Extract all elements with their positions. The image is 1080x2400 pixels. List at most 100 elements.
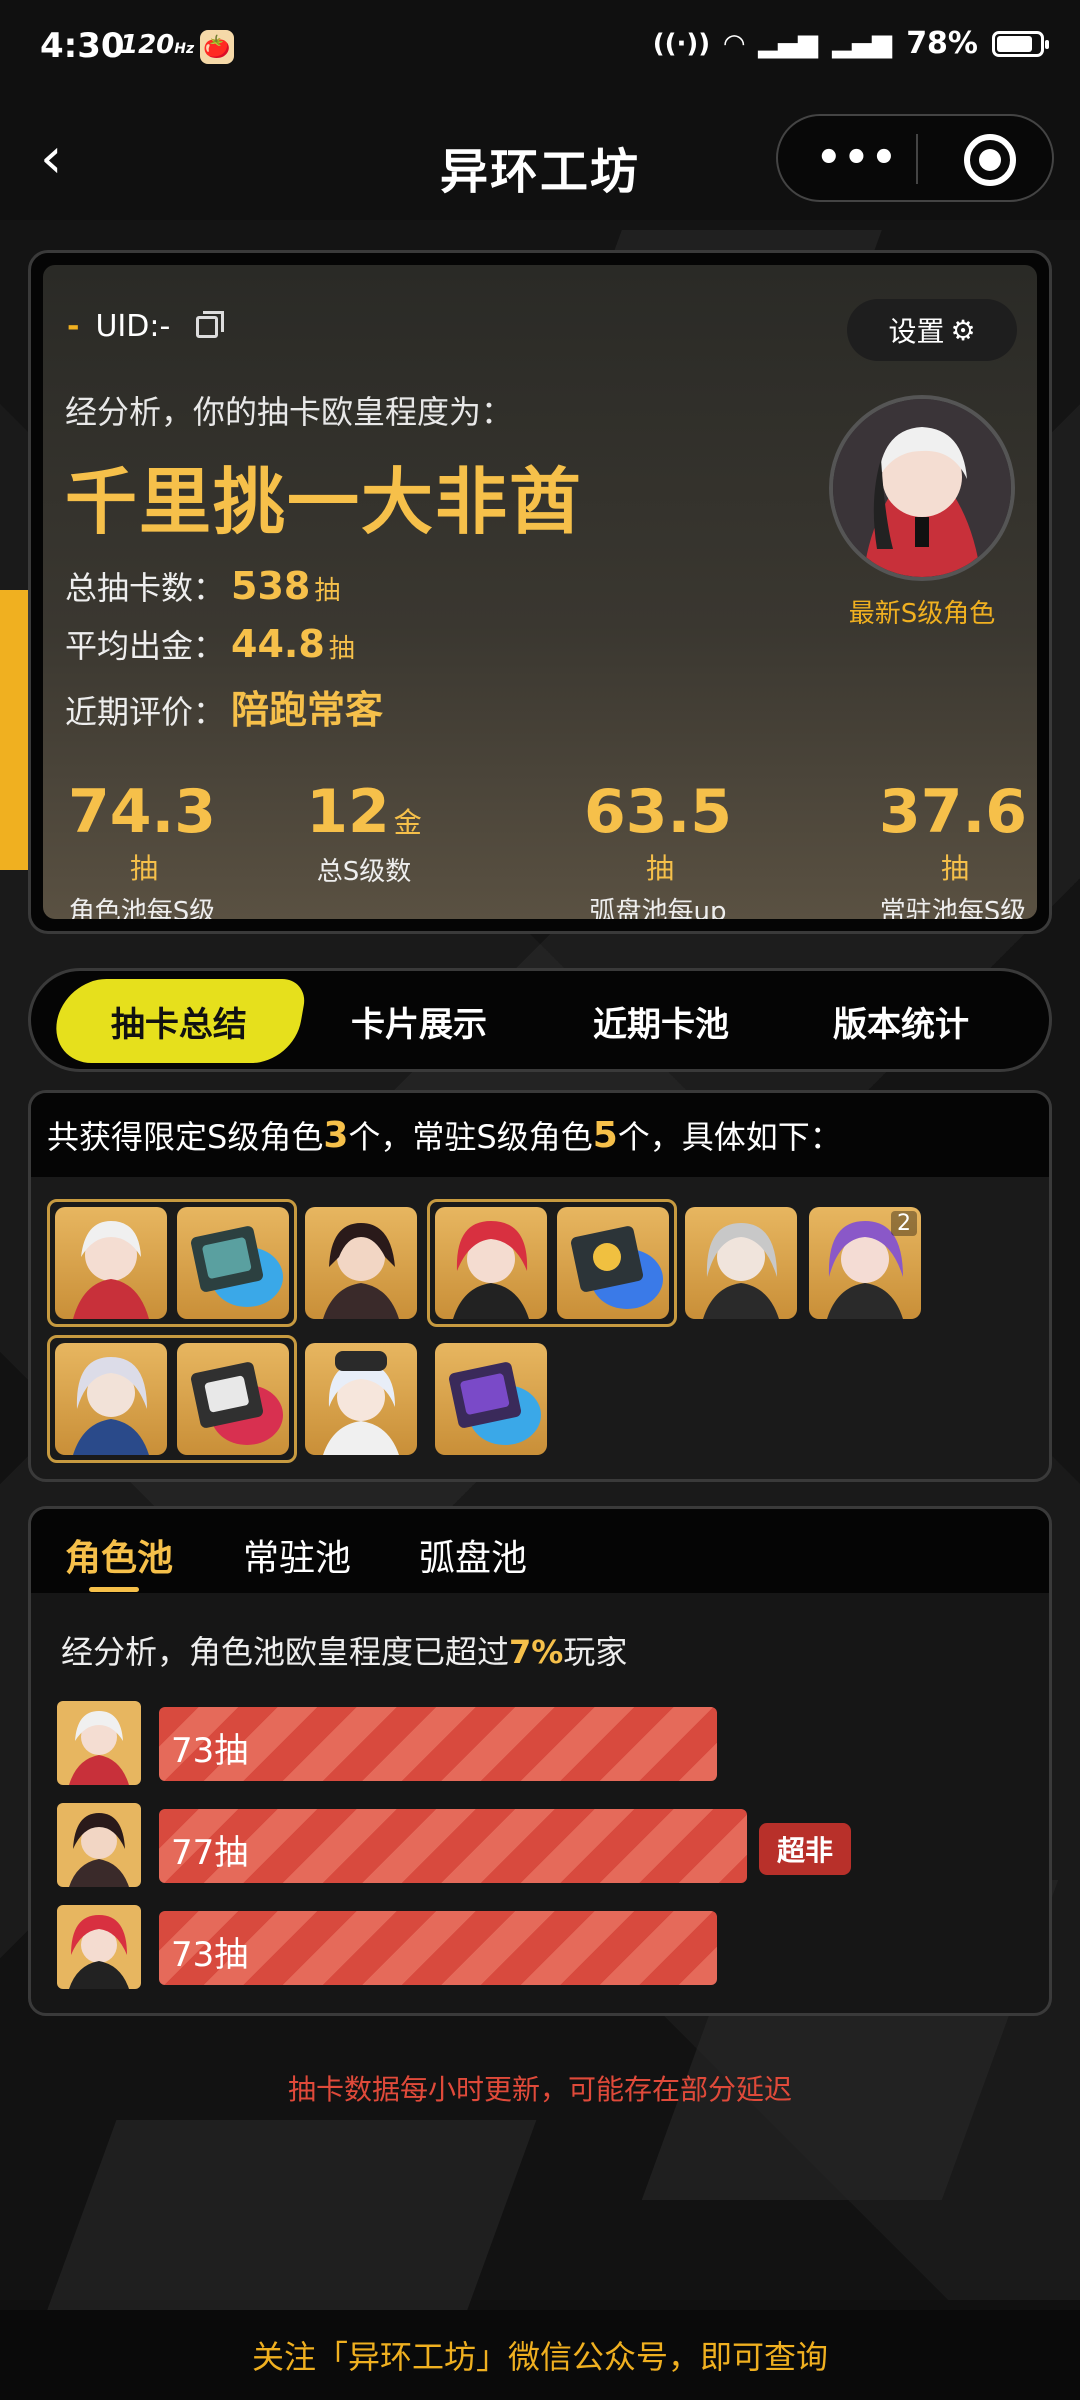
luck-verdict: 千里挑一大非酋	[65, 460, 584, 544]
latest-s-caption: 最新S级角色	[848, 599, 996, 629]
gear-icon: ⚙	[950, 313, 976, 347]
tab-disc-pool[interactable]: 弧盘池	[419, 1529, 527, 1581]
recent-evaluation: 近期评价： 陪跑常客	[65, 679, 383, 734]
tab-version-stats[interactable]: 版本统计	[779, 979, 1023, 1063]
tab-standard-pool[interactable]: 常驻池	[243, 1529, 351, 1581]
metric-value: 63.5	[583, 777, 733, 847]
bad-luck-badge: 超非	[759, 1823, 851, 1875]
pool-analysis-prefix: 经分析，角色池欧皇程度已超过	[61, 1633, 510, 1671]
wifi-icon: ◠	[724, 28, 745, 59]
character-tile[interactable]	[305, 1207, 417, 1319]
pull-count-bar: 73抽	[159, 1911, 717, 1985]
accent-stripe	[0, 590, 28, 870]
pool-stats-panel: 角色池 常驻池 弧盘池 经分析，角色池欧皇程度已超过7%玩家 73抽 77抽 超…	[28, 1506, 1052, 2016]
character-avatar	[57, 1803, 141, 1887]
tab-recent-pools[interactable]: 近期卡池	[539, 979, 783, 1063]
signal-icon: ▂▄▆	[758, 28, 819, 59]
metric-unit: 抽	[129, 852, 158, 885]
update-notice: 抽卡数据每小时更新，可能存在部分延迟	[287, 2073, 792, 2106]
standard-count: 5	[592, 1114, 618, 1156]
pull-count-bar: 73抽	[159, 1707, 717, 1781]
capsule-divider	[916, 134, 918, 184]
summary-card-body: - UID:- 设置 ⚙ 经分析，你的抽卡欧皇程度为： 千里挑一大非酋 总抽卡数…	[43, 265, 1037, 919]
average-gold-value: 44.8	[231, 622, 325, 666]
pull-count-bar: 77抽	[159, 1809, 747, 1883]
character-tile[interactable]: 2	[809, 1207, 921, 1319]
heading-text: 个，具体如下：	[617, 1118, 842, 1156]
heading-text: 个，常驻S级角色	[348, 1118, 593, 1156]
metric-disc-pool: 63.5 抽 弧盘池每up	[573, 777, 743, 919]
metric-value: 37.6	[878, 777, 1028, 847]
metric-label: 弧盘池每up	[589, 897, 727, 919]
battery-icon	[992, 30, 1049, 57]
pool-tabs: 角色池 常驻池 弧盘池	[31, 1509, 1049, 1593]
pool-analysis-suffix: 玩家	[563, 1633, 628, 1671]
pool-percent: 7%	[509, 1633, 564, 1671]
miniprogram-capsule: •••	[776, 114, 1054, 202]
metric-label: 常驻池每S级	[879, 897, 1027, 919]
metric-total-s: 12 金 总S级数	[279, 777, 449, 888]
character-avatar	[57, 1701, 141, 1785]
average-gold-label: 平均出金：	[65, 627, 226, 665]
metric-label: 角色池每S级	[68, 897, 216, 919]
uid-label: UID:-	[95, 309, 171, 344]
disc-tile[interactable]	[177, 1207, 289, 1319]
uid-row: - UID:-	[67, 309, 225, 344]
disc-tile[interactable]	[177, 1343, 289, 1455]
nav-header: ‹ 异环工坊 •••	[0, 110, 1080, 210]
total-pulls-label: 总抽卡数：	[65, 569, 226, 607]
footer-banner[interactable]: 关注「异环工坊」微信公众号，即可查询	[0, 2310, 1080, 2400]
status-bar: 4:30 120Hz 🍅 ((·)) ◠ ▂▄▆ ▂▄▆ 78%	[0, 0, 1080, 100]
background-shape	[43, 2120, 537, 2320]
metric-value: 74.3	[67, 777, 217, 847]
pull-count-label: 73抽	[171, 1935, 249, 1975]
summary-card: - UID:- 设置 ⚙ 经分析，你的抽卡欧皇程度为： 千里挑一大非酋 总抽卡数…	[28, 250, 1052, 934]
metric-label: 总S级数	[316, 857, 412, 887]
character-tile[interactable]	[55, 1207, 167, 1319]
unit-label: 抽	[328, 634, 355, 664]
disc-tile[interactable]	[557, 1207, 669, 1319]
metric-unit: 抽	[645, 852, 674, 885]
status-time: 4:30	[40, 26, 125, 66]
character-tile[interactable]	[305, 1343, 417, 1455]
close-miniprogram-icon[interactable]	[964, 134, 1016, 186]
metric-character-pool: 74.3 抽 角色池每S级	[57, 777, 227, 919]
s-characters-panel: 共获得限定S级角色 3 个，常驻S级角色 5 个，具体如下： 2	[28, 1090, 1052, 1482]
latest-s-character-avatar[interactable]	[829, 395, 1015, 581]
tab-character-pool[interactable]: 角色池	[65, 1529, 173, 1581]
status-indicators: ((·)) ◠ ▂▄▆ ▂▄▆ 78%	[653, 26, 1049, 61]
tab-summary[interactable]: 抽卡总结	[49, 979, 309, 1063]
metric-unit: 金	[393, 806, 422, 839]
pool-analysis-text: 经分析，角色池欧皇程度已超过7%玩家	[61, 1627, 627, 1673]
total-pulls: 总抽卡数： 538 抽	[65, 563, 340, 609]
unit-label: 抽	[314, 576, 341, 606]
average-gold: 平均出金： 44.8 抽	[65, 621, 355, 667]
uid-dash: -	[67, 309, 80, 344]
settings-label: 设置	[888, 315, 945, 348]
pull-count-label: 77抽	[171, 1833, 249, 1873]
metrics-row: 74.3 抽 角色池每S级 12 金 总S级数 63.5 抽 弧盘池每up 37.6 抽…	[43, 777, 1037, 919]
settings-button[interactable]: 设置 ⚙	[847, 299, 1017, 361]
character-tile[interactable]	[685, 1207, 797, 1319]
limited-count: 3	[323, 1114, 349, 1156]
recent-evaluation-value: 陪跑常客	[231, 688, 384, 732]
app-notification-icon: 🍅	[200, 30, 234, 64]
tab-card-display[interactable]: 卡片展示	[297, 979, 541, 1063]
duplicate-count-badge: 2	[891, 1211, 917, 1236]
copy-icon[interactable]	[196, 310, 225, 338]
active-tab-indicator	[89, 1587, 139, 1592]
more-icon[interactable]: •••	[816, 138, 899, 178]
refresh-rate: 120Hz	[120, 30, 195, 60]
character-tile[interactable]	[55, 1343, 167, 1455]
pull-count-label: 73抽	[171, 1731, 249, 1771]
recent-evaluation-label: 近期评价：	[65, 693, 226, 731]
heading-text: 共获得限定S级角色	[47, 1118, 324, 1156]
disc-tile[interactable]	[435, 1343, 547, 1455]
total-pulls-value: 538	[231, 564, 311, 608]
analysis-text: 经分析，你的抽卡欧皇程度为：	[65, 393, 514, 431]
s-characters-heading: 共获得限定S级角色 3 个，常驻S级角色 5 个，具体如下：	[31, 1093, 1049, 1177]
metric-standard-pool: 37.6 抽 常驻池每S级	[863, 777, 1037, 919]
character-tile[interactable]	[435, 1207, 547, 1319]
signal-icon: ▂▄▆	[832, 28, 893, 59]
main-tabs: 抽卡总结 卡片展示 近期卡池 版本统计	[28, 968, 1052, 1072]
